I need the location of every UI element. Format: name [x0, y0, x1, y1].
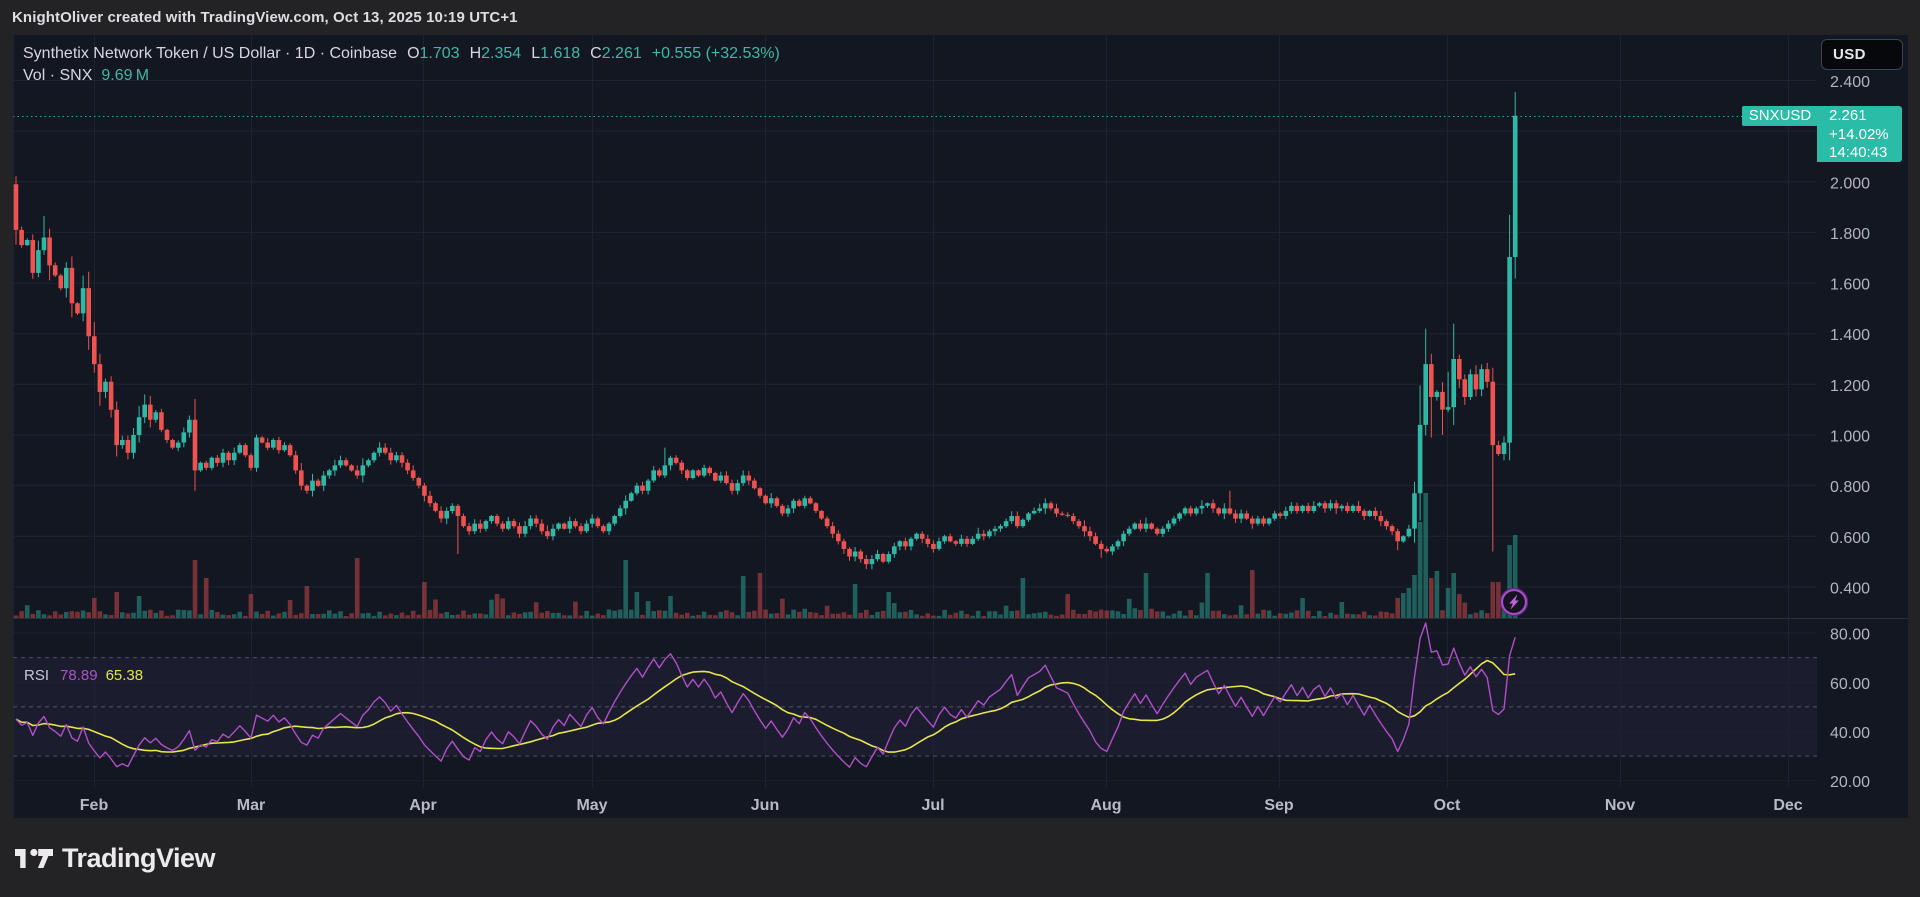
svg-text:1.600: 1.600 — [1830, 277, 1870, 294]
svg-text:Oct: Oct — [1434, 797, 1461, 814]
svg-text:1.200: 1.200 — [1830, 378, 1870, 395]
svg-text:2.400: 2.400 — [1830, 74, 1870, 91]
svg-text:1.800: 1.800 — [1830, 226, 1870, 243]
svg-text:Jun: Jun — [751, 797, 779, 814]
svg-text:1.400: 1.400 — [1830, 327, 1870, 344]
svg-text:40.00: 40.00 — [1830, 725, 1870, 742]
svg-text:Mar: Mar — [237, 797, 265, 814]
svg-text:0.400: 0.400 — [1830, 580, 1870, 597]
svg-text:2.000: 2.000 — [1830, 175, 1870, 192]
svg-text:20.00: 20.00 — [1830, 774, 1870, 791]
svg-text:Feb: Feb — [80, 797, 109, 814]
svg-text:Dec: Dec — [1773, 797, 1802, 814]
svg-text:0.800: 0.800 — [1830, 479, 1870, 496]
svg-text:May: May — [576, 797, 607, 814]
svg-text:80.00: 80.00 — [1830, 627, 1870, 644]
svg-text:Apr: Apr — [409, 797, 437, 814]
svg-text:Nov: Nov — [1605, 797, 1635, 814]
svg-text:1.000: 1.000 — [1830, 429, 1870, 446]
svg-text:Jul: Jul — [921, 797, 944, 814]
svg-text:0.600: 0.600 — [1830, 530, 1870, 547]
svg-text:60.00: 60.00 — [1830, 676, 1870, 693]
svg-text:Sep: Sep — [1264, 797, 1294, 814]
svg-text:Aug: Aug — [1090, 797, 1121, 814]
